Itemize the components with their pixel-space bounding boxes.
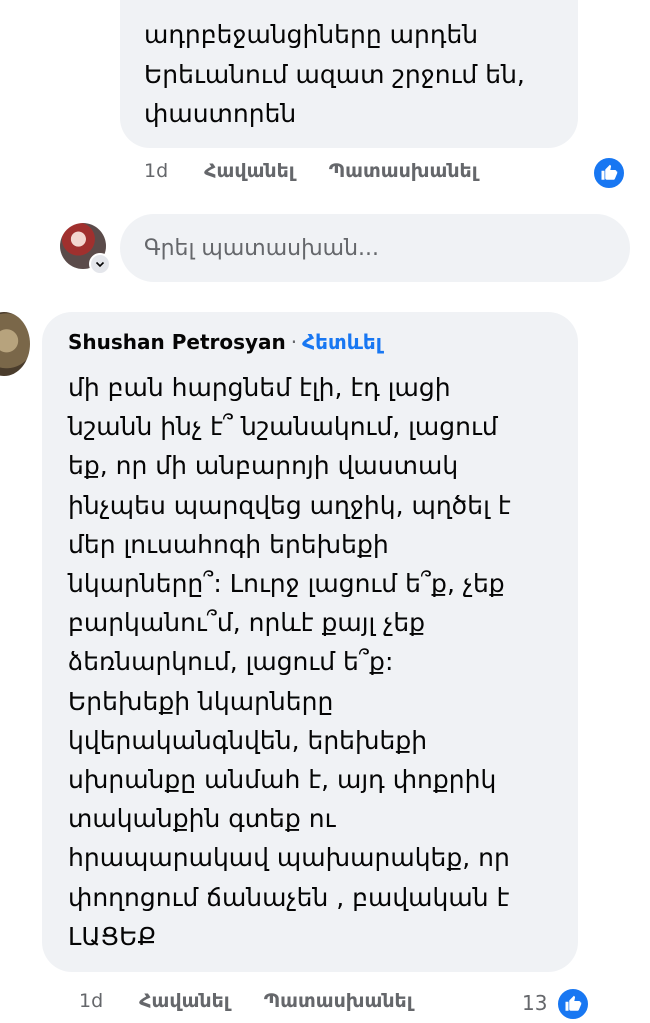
reaction-count[interactable]: 13 <box>522 991 547 1015</box>
comment-actions: 1d Հավանել Պատասխանել <box>144 160 512 182</box>
comment-line: ԼԱՑԵՔ <box>68 921 157 951</box>
comment-line: մեր լուսահոգի երեխեքի <box>68 529 389 559</box>
comment-bubble: Shushan Petrosyan · Հետևել մի բան հարցնե… <box>42 312 578 972</box>
comment-timestamp[interactable]: 1d <box>144 160 168 182</box>
reply-button[interactable]: Պատասխանել <box>329 160 478 182</box>
comment-line: տականքին գտեք ու <box>68 804 336 834</box>
comment-line: եք, որ մի անբարոյի վաստակ <box>68 451 459 481</box>
comment-line: բարկանու՞մ, որևէ քայլ չեք <box>68 608 426 638</box>
comment-line: նկարները՞: Լուրջ լացում ե՞ք, չեք <box>68 569 505 599</box>
comment-line: սխրանքը անմահ է, այդ փոքրիկ <box>68 765 497 795</box>
reply-button[interactable]: Պատասխանել <box>264 990 413 1012</box>
author-name[interactable]: Shushan Petrosyan <box>68 330 286 354</box>
comment-actions: 1d Հավանել Պատասխանել <box>79 990 447 1012</box>
chevron-down-icon[interactable] <box>89 253 111 275</box>
like-button[interactable]: Հավանել <box>139 990 230 1012</box>
comment-text: մի բան հարցնեմ էլի, էդ լացի նշանն ինչ է՞… <box>68 368 578 956</box>
thumbs-up-icon[interactable] <box>592 156 626 190</box>
follow-button[interactable]: Հետևել <box>302 330 382 354</box>
comment-line: փաստորեն <box>144 99 297 128</box>
comment-line: փողոցում ճանաչեն , բավական է <box>68 882 510 912</box>
comment-line: Երեխեքի նկարները <box>68 686 334 716</box>
reply-input[interactable]: Գրել պատասխան... <box>120 214 630 282</box>
comment-line: նշանն ինչ է՞ նշանակում, լացում <box>68 412 498 442</box>
reply-input-placeholder: Գրել պատասխան... <box>144 235 379 261</box>
comment-timestamp[interactable]: 1d <box>79 990 103 1012</box>
comment-line: ձեռնարկում, լացում ե՞ք: <box>68 647 394 677</box>
like-button[interactable]: Հավանել <box>204 160 295 182</box>
thumbs-up-icon[interactable] <box>556 987 590 1021</box>
comment-line: ինչպես պարզվեց աղջիկ, պղծել է <box>68 490 511 520</box>
avatar[interactable] <box>0 312 30 376</box>
comment-line: մի բան հարցնեմ էլի, էդ լացի <box>68 373 451 402</box>
comment-line: ադրբեջանցիները արդեն <box>144 20 479 49</box>
comment-line: Երեւանում ազատ շրջում են, <box>144 59 525 89</box>
comment-header: Shushan Petrosyan · Հետևել <box>68 330 382 354</box>
separator-dot: · <box>290 330 298 354</box>
comment-text: ադրբեջանցիները արդեն Երեւանում ազատ շրջո… <box>144 15 574 134</box>
comment-bubble: ադրբեջանցիները արդեն Երեւանում ազատ շրջո… <box>120 0 578 148</box>
comment-line: հրապարակավ պախարակեք, որ <box>68 843 510 873</box>
comment-line: կվերականգնվեն, երեխեքի <box>68 725 428 755</box>
